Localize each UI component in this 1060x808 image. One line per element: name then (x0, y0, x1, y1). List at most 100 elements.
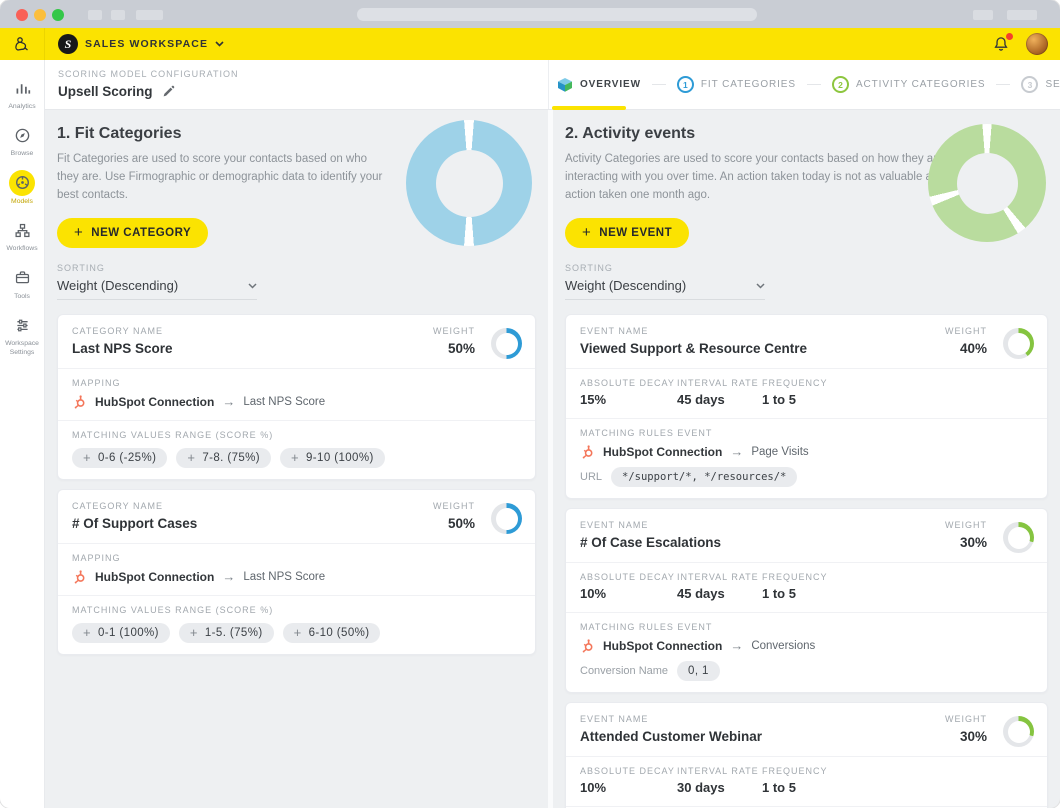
plus-icon: + (83, 450, 91, 466)
value-chip[interactable]: +7-8. (75%) (176, 448, 272, 469)
step-number-badge: 3 (1021, 76, 1039, 93)
activity-sorting-dropdown[interactable]: Weight (Descending) (565, 278, 765, 301)
sidebar-item-workspace-settings[interactable]: Workspace Settings (0, 307, 44, 363)
sidebar-item-tools[interactable]: Tools (0, 260, 44, 307)
tab-settings[interactable]: 3 SETTINGS (1021, 76, 1060, 93)
frequency-label: FREQUENCY (762, 378, 828, 389)
value-chip[interactable]: +1-5. (75%) (178, 623, 274, 644)
event-name: # Of Case Escalations (580, 535, 722, 551)
plus-icon: + (293, 625, 302, 641)
app-logo[interactable] (0, 28, 45, 60)
sidebar-item-workflows[interactable]: Workflows (0, 212, 44, 259)
connection-name[interactable]: HubSpot Connection (603, 639, 722, 653)
category-card[interactable]: CATEGORY NAME Last NPS Score WEIGHT 50% MAPP… (57, 314, 536, 481)
mapping-label: MAPPING (72, 553, 121, 564)
new-event-button[interactable]: + NEW EVENT (565, 218, 690, 249)
fit-categories-panel: 1. Fit Categories Fit Categories are use… (45, 110, 548, 808)
close-window-button[interactable] (16, 9, 28, 21)
sidebar-item-label: Models (11, 197, 33, 205)
fit-sorting-dropdown[interactable]: Weight (Descending) (57, 278, 257, 301)
sidebar-item-label: Workflows (6, 245, 38, 253)
step-number-badge: 2 (831, 76, 849, 93)
value-chip[interactable]: +0-1 (100%) (72, 623, 170, 644)
sliders-icon (9, 312, 35, 338)
rule-field-label: Conversion Name (580, 665, 669, 678)
frequency-label: FREQUENCY (762, 766, 828, 777)
browser-toolbar-button[interactable] (111, 10, 125, 20)
chevron-down-icon (756, 283, 765, 289)
activity-weight-donut-chart (928, 124, 1046, 242)
connection-name[interactable]: HubSpot Connection (95, 395, 214, 409)
matching-values-label: MATCHING VALUES RANGE (SCORE %) (72, 605, 274, 616)
browser-toolbar-button[interactable] (1007, 10, 1037, 20)
matching-rules-label: MATCHING RULES EVENT (580, 622, 713, 633)
app-logo-icon (15, 37, 28, 51)
chevron-down-icon (215, 41, 224, 47)
tab-activity-categories[interactable]: 2 ACTIVITY CATEGORIES (831, 76, 986, 93)
event-card[interactable]: EVENT NAME # Of Case Escalations WEIGHT 30%… (565, 508, 1048, 694)
fit-panel-description: Fit Categories are used to score your co… (57, 153, 383, 201)
page-eyebrow: SCORING MODEL CONFIGURATION (58, 69, 239, 79)
absolute-decay-value: 10% (580, 586, 607, 602)
value-chip[interactable]: */support/*, */resources/* (611, 467, 798, 488)
workspace-switcher[interactable]: S SALES WORKSPACE (58, 34, 224, 54)
matching-values-label: MATCHING VALUES RANGE (SCORE %) (72, 430, 274, 441)
browser-toolbar-button[interactable] (973, 10, 993, 20)
plus-icon: + (291, 450, 300, 466)
browser-toolbar-button[interactable] (136, 10, 163, 20)
value-chip[interactable]: +9-10 (100%) (280, 448, 385, 469)
tab-label: ACTIVITY CATEGORIES (855, 79, 986, 90)
tab-label: FIT CATEGORIES (700, 79, 796, 90)
activity-events-panel: 2. Activity events Activity Categories a… (553, 110, 1060, 808)
category-name: Last NPS Score (72, 341, 173, 357)
tab-label: OVERVIEW (580, 79, 641, 90)
plus-icon: + (189, 625, 198, 641)
address-bar[interactable] (357, 8, 757, 21)
activity-event-list: EVENT NAME Viewed Support & Resource Cent… (565, 314, 1048, 808)
donut-hole (956, 152, 1018, 214)
value-chip[interactable]: 0, 1 (677, 661, 720, 682)
mapped-field: Conversions (751, 639, 816, 652)
workspace-name: SALES WORKSPACE (85, 38, 209, 50)
tab-fit-categories[interactable]: 1 FIT CATEGORIES (676, 76, 796, 93)
connection-name[interactable]: HubSpot Connection (95, 570, 214, 584)
sidebar-item-analytics[interactable]: Analytics (0, 70, 44, 117)
value-chip[interactable]: +6-10 (50%) (282, 623, 381, 644)
value-chip[interactable]: +0-6 (-25%) (72, 448, 168, 469)
sidebar: Analytics Browse Models Workflows Tools Works… (0, 60, 45, 808)
arrow-right-icon: → (730, 444, 744, 460)
event-name-label: EVENT NAME (580, 326, 649, 337)
sidebar-item-label: Workspace Settings (5, 340, 39, 356)
category-name-label: CATEGORY NAME (72, 326, 164, 337)
browser-toolbar-button[interactable] (88, 10, 102, 20)
sidebar-item-browse[interactable]: Browse (0, 117, 44, 164)
new-category-button[interactable]: + NEW CATEGORY (57, 218, 209, 249)
hubspot-icon (580, 638, 595, 653)
notification-badge (1006, 33, 1013, 40)
event-card[interactable]: EVENT NAME Attended Customer Webinar WEIGH… (565, 702, 1048, 808)
workflow-icon (9, 217, 35, 243)
weight-value: 50% (447, 516, 475, 532)
cube-icon (557, 77, 573, 93)
zoom-window-button[interactable] (52, 9, 64, 21)
weight-label: WEIGHT (945, 326, 987, 337)
connection-name[interactable]: HubSpot Connection (603, 445, 722, 459)
user-avatar[interactable] (1026, 33, 1048, 55)
mapped-field: Page Visits (751, 445, 809, 458)
sidebar-item-models[interactable]: Models (0, 165, 44, 212)
category-name: # Of Support Cases (72, 516, 198, 532)
tab-overview[interactable]: OVERVIEW (557, 77, 641, 93)
matching-rules-label: MATCHING RULES EVENT (580, 428, 713, 439)
edit-title-button[interactable] (162, 85, 175, 98)
compass-icon (9, 122, 35, 148)
model-target-icon (9, 169, 35, 196)
page-header: SCORING MODEL CONFIGURATION Upsell Scori… (45, 60, 1060, 110)
notifications-button[interactable] (992, 33, 1013, 53)
mac-titlebar (0, 0, 1060, 28)
minimize-window-button[interactable] (34, 9, 46, 21)
frequency-label: FREQUENCY (762, 572, 828, 583)
category-card[interactable]: CATEGORY NAME # Of Support Cases WEIGHT 50%… (57, 489, 536, 656)
event-card[interactable]: EVENT NAME Viewed Support & Resource Cent… (565, 314, 1048, 500)
hubspot-icon (580, 444, 595, 459)
hubspot-icon (72, 569, 87, 584)
